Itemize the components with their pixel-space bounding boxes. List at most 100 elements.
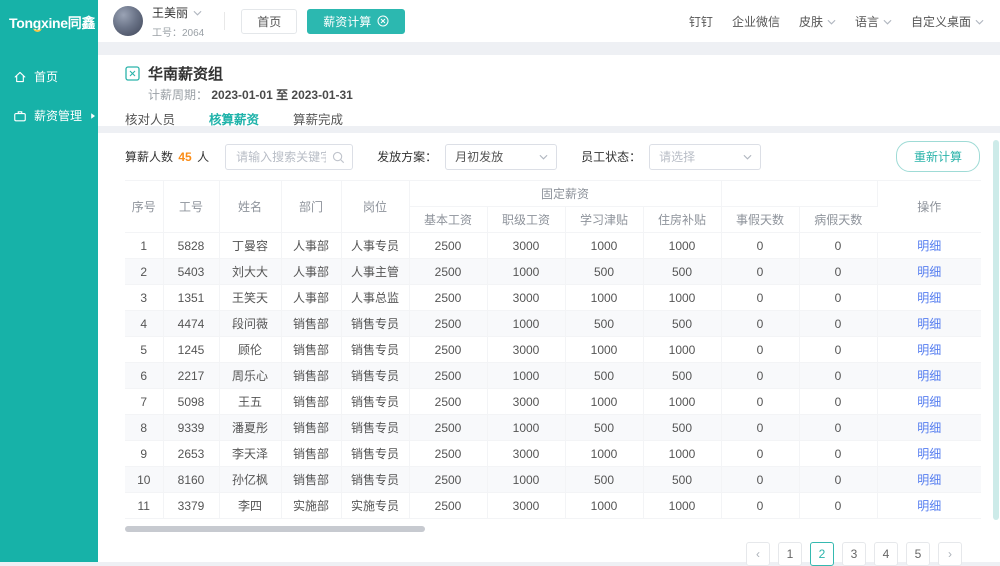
pagination-page-3[interactable]: 3 [842, 542, 866, 566]
cell-action: 明细 [877, 233, 981, 259]
payroll-group-icon[interactable] [125, 66, 140, 81]
pagination-next[interactable]: › [938, 542, 962, 566]
detail-link[interactable]: 明细 [917, 421, 941, 435]
pagination-page-1[interactable]: 1 [778, 542, 802, 566]
detail-link[interactable]: 明细 [917, 473, 941, 487]
horizontal-scrollbar[interactable] [125, 526, 425, 532]
cell-housing-allowance: 500 [643, 259, 721, 285]
cell-housing-allowance: 1000 [643, 441, 721, 467]
cell-seq: 8 [125, 415, 163, 441]
cell-action: 明细 [877, 311, 981, 337]
table-row: 62217周乐心销售部销售专员2500100050050000明细 [125, 363, 981, 389]
detail-link[interactable]: 明细 [917, 343, 941, 357]
cell-grade-salary: 1000 [487, 363, 565, 389]
cell-position: 人事总监 [341, 285, 409, 311]
cell-work-id: 3379 [163, 493, 219, 519]
cell-action: 明细 [877, 467, 981, 493]
cell-name: 丁曼容 [219, 233, 281, 259]
column-header: 序号 [125, 181, 163, 233]
headcount-label: 算薪人数 [125, 150, 173, 164]
cell-seq: 6 [125, 363, 163, 389]
cell-work-id: 9339 [163, 415, 219, 441]
cell-sick-leave-days: 0 [799, 415, 877, 441]
chevron-down-icon [539, 154, 548, 160]
topbar-tab-0[interactable]: 首页 [241, 9, 297, 34]
pagination-page-5[interactable]: 5 [906, 542, 930, 566]
cell-department: 销售部 [281, 389, 341, 415]
cell-sick-leave-days: 0 [799, 337, 877, 363]
status-select[interactable]: 请选择 [649, 144, 761, 170]
cell-work-id: 2653 [163, 441, 219, 467]
detail-link[interactable]: 明细 [917, 265, 941, 279]
cell-study-allowance: 1000 [565, 337, 643, 363]
user-menu[interactable]: 王美丽 [152, 4, 204, 21]
pagination-prev[interactable]: ‹ [746, 542, 770, 566]
cell-grade-salary: 3000 [487, 493, 565, 519]
cell-seq: 4 [125, 311, 163, 337]
tab-0[interactable]: 核对人员 [125, 109, 175, 136]
detail-link[interactable]: 明细 [917, 291, 941, 305]
cell-grade-salary: 3000 [487, 389, 565, 415]
table-row: 108160孙亿枫销售部销售专员2500100050050000明细 [125, 467, 981, 493]
cell-department: 销售部 [281, 363, 341, 389]
detail-link[interactable]: 明细 [917, 499, 941, 513]
sidebar-item-payroll-management[interactable]: 薪资管理 [0, 96, 98, 135]
pagination-page-4[interactable]: 4 [874, 542, 898, 566]
cell-department: 实施部 [281, 493, 341, 519]
cell-grade-salary: 1000 [487, 415, 565, 441]
table-row: 75098王五销售部销售专员250030001000100000明细 [125, 389, 981, 415]
sidebar-item-home[interactable]: 首页 [0, 57, 98, 96]
cell-position: 销售专员 [341, 467, 409, 493]
cell-housing-allowance: 1000 [643, 233, 721, 259]
topbar-link-2[interactable]: 皮肤 [799, 13, 836, 30]
cell-personal-leave-days: 0 [721, 285, 799, 311]
pagination-page-2[interactable]: 2 [810, 542, 834, 566]
detail-link[interactable]: 明细 [917, 317, 941, 331]
topbar-link-1[interactable]: 企业微信 [732, 13, 780, 30]
topbar-tab-label: 首页 [257, 13, 281, 30]
chevron-down-icon [743, 154, 752, 160]
cell-sick-leave-days: 0 [799, 259, 877, 285]
topbar-link-0[interactable]: 钉钉 [689, 13, 713, 30]
cell-name: 李天泽 [219, 441, 281, 467]
close-icon[interactable] [377, 15, 389, 27]
plan-select[interactable]: 月初发放 [445, 144, 557, 170]
briefcase-icon [13, 109, 27, 123]
detail-link[interactable]: 明细 [917, 447, 941, 461]
subcolumn-header: 学习津贴 [565, 207, 643, 233]
app-logo: Tongxine同鑫 [0, 0, 98, 33]
cell-department: 销售部 [281, 415, 341, 441]
plan-label: 发放方案： [377, 148, 437, 165]
cell-seq: 10 [125, 467, 163, 493]
cell-sick-leave-days: 0 [799, 467, 877, 493]
topbar-link-4[interactable]: 自定义桌面 [911, 13, 984, 30]
tab-2[interactable]: 算薪完成 [293, 109, 343, 136]
cell-housing-allowance: 500 [643, 311, 721, 337]
vertical-scrollbar[interactable] [993, 140, 999, 520]
work-id: 工号：2064 [152, 24, 204, 39]
page-title: 华南薪资组 [148, 63, 223, 84]
chevron-down-icon [883, 19, 892, 25]
cell-grade-salary: 1000 [487, 259, 565, 285]
payroll-group-header: 华南薪资组 计薪周期： 2023-01-01 至 2023-01-31 核对人员… [98, 55, 1000, 126]
status-label: 员工状态： [581, 148, 641, 165]
pagination: ‹ 12345 › [98, 542, 962, 566]
avatar[interactable] [113, 6, 143, 36]
cell-base-salary: 2500 [409, 389, 487, 415]
table-row: 25403刘大大人事部人事主管2500100050050000明细 [125, 259, 981, 285]
topbar-tab-1[interactable]: 薪资计算 [307, 9, 405, 34]
cell-study-allowance: 1000 [565, 493, 643, 519]
cell-base-salary: 2500 [409, 311, 487, 337]
detail-link[interactable]: 明细 [917, 395, 941, 409]
cell-work-id: 4474 [163, 311, 219, 337]
detail-link[interactable]: 明细 [917, 369, 941, 383]
cell-personal-leave-days: 0 [721, 493, 799, 519]
group-header-fixed-salary: 固定薪资 [409, 181, 721, 207]
topbar-link-3[interactable]: 语言 [855, 13, 892, 30]
cell-grade-salary: 3000 [487, 285, 565, 311]
detail-link[interactable]: 明细 [917, 239, 941, 253]
recalculate-button[interactable]: 重新计算 [896, 141, 980, 172]
tab-1[interactable]: 核算薪资 [209, 109, 259, 136]
search-icon[interactable] [332, 151, 345, 164]
cell-action: 明细 [877, 259, 981, 285]
